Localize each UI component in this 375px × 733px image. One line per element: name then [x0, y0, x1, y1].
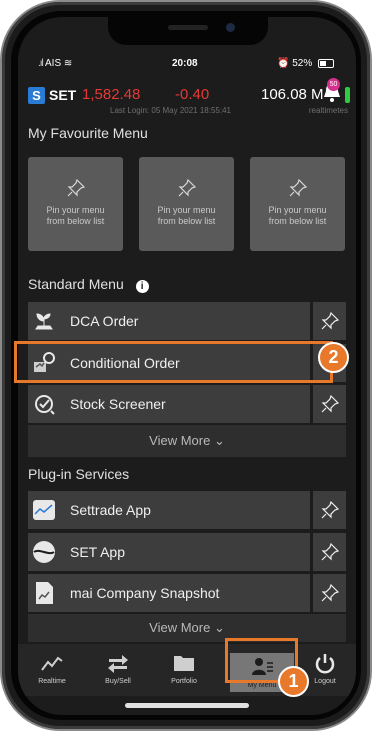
- battery-percent: 52%: [292, 58, 313, 69]
- pin-icon: [321, 543, 339, 561]
- menu-item-dca-order[interactable]: DCA Order: [28, 302, 346, 340]
- realtime-label: realtimetes: [308, 106, 348, 115]
- status-bar: .ıl AIS ≋ 20:08 ⏰ 52%: [18, 57, 356, 73]
- power-icon: [315, 654, 335, 674]
- settrade-app-icon: [33, 500, 55, 520]
- menu-item-main[interactable]: DCA Order: [28, 302, 310, 340]
- tab-realtime[interactable]: Realtime: [21, 644, 83, 696]
- chart-line-icon: [41, 656, 63, 671]
- pin-icon: [321, 584, 339, 602]
- menu-item-label: SET App: [70, 544, 126, 560]
- set-app-icon: [33, 541, 55, 563]
- favourite-slot-2[interactable]: Pin your menu from below list: [139, 157, 234, 251]
- menu-item-main[interactable]: mai Company Snapshot: [28, 574, 310, 612]
- market-ticker[interactable]: S SET 1,582.48 -0.40 106.08 M Last Login…: [18, 75, 356, 119]
- index-change: -0.40: [175, 86, 210, 103]
- camera: [226, 23, 235, 32]
- pin-icon: [67, 179, 85, 197]
- mai-snapshot-icon: [36, 582, 53, 604]
- pin-button[interactable]: [313, 302, 346, 340]
- standard-view-more-button[interactable]: View More ⌄: [28, 425, 346, 457]
- status-time: 20:08: [172, 58, 198, 69]
- pin-icon: [178, 179, 196, 197]
- plant-icon: [35, 313, 53, 330]
- set-logo-icon: S: [28, 87, 45, 104]
- step-2-badge: 2: [318, 342, 349, 373]
- conditional-order-highlight: [14, 341, 333, 383]
- set-label: SET: [49, 87, 77, 103]
- favourite-slot-1[interactable]: Pin your menu from below list: [28, 157, 123, 251]
- pin-button[interactable]: [313, 385, 346, 423]
- tab-label: Logout: [314, 678, 336, 685]
- menu-item-main[interactable]: Settrade App: [28, 491, 310, 529]
- plugin-item-mai-snapshot[interactable]: mai Company Snapshot: [28, 574, 346, 612]
- plugin-item-set-app[interactable]: SET App: [28, 533, 346, 571]
- battery-indicator: ⏰ 52%: [277, 58, 334, 69]
- buy-sell-icon: [108, 655, 128, 673]
- pin-button[interactable]: [313, 491, 346, 529]
- carrier-label: .ıl AIS ≋: [38, 58, 72, 69]
- menu-item-label: Stock Screener: [70, 396, 166, 412]
- tab-label: My Menu: [247, 682, 277, 689]
- pin-icon: [289, 179, 307, 197]
- slot-hint-line2: from below list: [46, 216, 105, 226]
- favourite-menu-title: My Favourite Menu: [28, 125, 148, 141]
- menu-item-label: DCA Order: [70, 313, 139, 329]
- speaker: [168, 25, 208, 30]
- chevron-down-icon: ⌄: [213, 620, 225, 635]
- battery-icon: [318, 58, 334, 68]
- menu-item-label: mai Company Snapshot: [70, 585, 220, 601]
- notification-badge: 50: [327, 78, 340, 91]
- wifi-icon: ≋: [63, 58, 73, 69]
- info-icon[interactable]: i: [135, 280, 149, 293]
- menu-item-main[interactable]: SET App: [28, 533, 310, 571]
- pin-icon: [321, 501, 339, 519]
- tab-label: Buy/Sell: [105, 678, 131, 685]
- menu-item-stock-screener[interactable]: Stock Screener: [28, 385, 346, 423]
- last-login: Last Login: 05 May 2021 18:55:41: [110, 106, 231, 115]
- signal-icon: .ıl: [38, 58, 44, 69]
- slot-hint-line2: from below list: [268, 216, 327, 226]
- pin-button[interactable]: [313, 533, 346, 571]
- pin-icon: [321, 312, 339, 330]
- folder-icon: [174, 656, 194, 671]
- home-indicator[interactable]: [125, 703, 249, 708]
- tab-label: Portfolio: [171, 678, 197, 685]
- pin-button[interactable]: [313, 574, 346, 612]
- favourite-slot-3[interactable]: Pin your menu from below list: [250, 157, 345, 251]
- menu-item-main[interactable]: Stock Screener: [28, 385, 310, 423]
- view-more-label: View More: [149, 433, 211, 448]
- menu-item-label: Settrade App: [70, 502, 151, 518]
- standard-menu-title: Standard Menu i: [28, 276, 149, 293]
- volume-value: 106.08 M: [261, 86, 324, 103]
- slot-hint-line2: from below list: [157, 216, 216, 226]
- slot-hint-line1: Pin your menu: [157, 205, 216, 215]
- status-indicator: [345, 87, 350, 103]
- plugin-view-more-button[interactable]: View More ⌄: [28, 614, 346, 642]
- tab-buy-sell[interactable]: Buy/Sell: [87, 644, 149, 696]
- plugin-item-settrade-app[interactable]: Settrade App: [28, 491, 346, 529]
- tab-portfolio[interactable]: Portfolio: [153, 644, 215, 696]
- phone-notch: [108, 17, 268, 45]
- pin-icon: [321, 395, 339, 413]
- tab-label: Realtime: [38, 678, 66, 685]
- slot-hint-line1: Pin your menu: [268, 205, 327, 215]
- alarm-icon: ⏰: [276, 58, 290, 69]
- index-value: 1,582.48: [82, 86, 141, 103]
- standard-menu-label: Standard Menu: [28, 276, 124, 292]
- step-1-badge: 1: [278, 666, 309, 697]
- plugin-services-title: Plug-in Services: [28, 466, 130, 482]
- screener-icon: [35, 395, 55, 415]
- view-more-label: View More: [149, 620, 211, 635]
- chevron-down-icon: ⌄: [213, 433, 225, 448]
- slot-hint-line1: Pin your menu: [46, 205, 105, 215]
- carrier-name: AIS: [45, 58, 62, 69]
